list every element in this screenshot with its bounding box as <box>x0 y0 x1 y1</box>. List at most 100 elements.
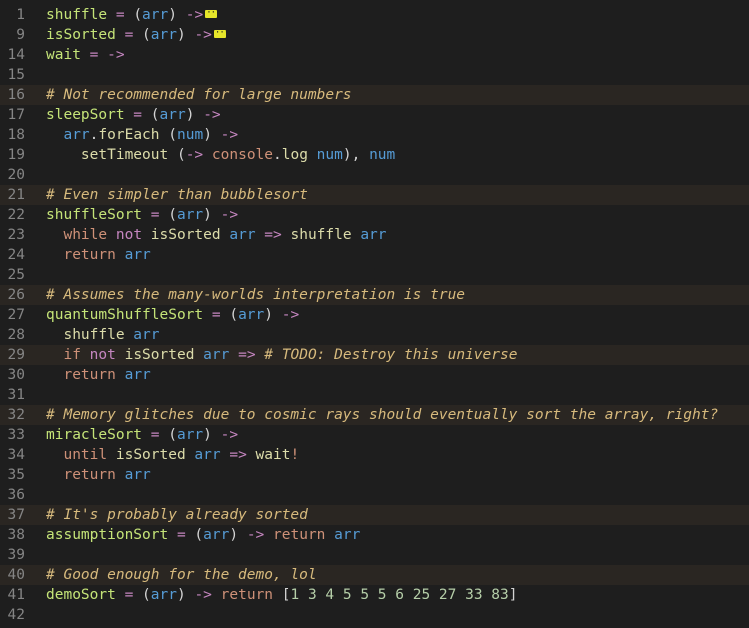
code-token: arr <box>124 327 160 343</box>
code-content: # Good enough for the demo, lol <box>46 565 749 585</box>
line-number: 42 <box>7 607 25 623</box>
code-token: isSorted <box>46 27 116 43</box>
code-line[interactable]: 29 if not isSorted arr => # TODO: Destro… <box>0 345 749 365</box>
code-line[interactable]: 26 # Assumes the many-worlds interpretati… <box>0 285 749 305</box>
code-token: arr <box>159 107 186 123</box>
code-token: sleepSort <box>46 107 125 123</box>
code-line[interactable]: 28 shuffle arr <box>0 325 749 345</box>
code-token: = <box>80 47 108 63</box>
code-token: assumptionSort <box>46 527 169 543</box>
folded-region-icon[interactable] <box>213 23 228 43</box>
folded-region-icon[interactable] <box>205 3 219 23</box>
code-line[interactable]: 9 isSorted = (arr) -> <box>0 23 749 45</box>
code-token: until <box>63 447 108 463</box>
code-line[interactable]: 32 # Memory glitches due to cosmic rays s… <box>0 405 749 425</box>
code-line[interactable]: 36 <box>0 485 749 505</box>
code-editor[interactable]: 1shuffle = (arr) ->9isSorted = (arr) ->1… <box>0 0 749 628</box>
code-line[interactable]: 24 return arr <box>0 245 749 265</box>
code-token: = <box>142 427 169 443</box>
code-content: wait = -> <box>46 45 749 65</box>
code-line[interactable]: 22 shuffleSort = (arr) -> <box>0 205 749 225</box>
code-line[interactable]: 35 return arr <box>0 465 749 485</box>
code-content: isSorted = (arr) -> <box>46 23 749 45</box>
code-content: setTimeout (-> console.log num), num <box>46 145 749 165</box>
code-token: num <box>369 147 396 163</box>
code-token: shuffleSort <box>46 207 143 223</box>
code-line[interactable]: 20 <box>0 165 749 185</box>
code-token: while <box>63 227 108 243</box>
line-number: 29 <box>7 347 25 363</box>
code-token: ( <box>142 27 151 43</box>
line-number: 23 <box>7 227 25 243</box>
code-token: -> <box>220 127 239 143</box>
code-token: return <box>63 247 116 263</box>
code-token: => <box>255 227 282 243</box>
code-token: # Assumes the many-worlds interpretation… <box>46 287 466 303</box>
code-line[interactable]: 19 setTimeout (-> console.log num), num <box>0 145 749 165</box>
code-token: # TODO: Destroy this universe <box>255 347 518 363</box>
code-line[interactable]: 16 # Not recommended for large numbers <box>0 85 749 105</box>
code-token: return <box>63 467 116 483</box>
line-number: 36 <box>7 487 25 503</box>
code-token: # Even simpler than bubblesort <box>46 187 308 203</box>
line-number: 21 <box>7 187 25 203</box>
code-line[interactable]: 39 <box>0 545 749 565</box>
code-token: isSorted <box>115 347 195 363</box>
code-token: arr <box>325 527 361 543</box>
code-token: ( <box>168 207 177 223</box>
code-content: shuffleSort = (arr) -> <box>46 205 749 225</box>
code-line[interactable]: 42 <box>0 605 749 625</box>
code-line[interactable]: 18 arr.forEach (num) -> <box>0 125 749 145</box>
code-token: ) <box>203 427 221 443</box>
code-content: assumptionSort = (arr) -> return arr <box>46 525 749 545</box>
code-token: isSorted <box>142 227 221 243</box>
code-token: arr <box>115 467 151 483</box>
code-line[interactable]: 23 while not isSorted arr => shuffle arr <box>0 225 749 245</box>
code-line[interactable]: 21 # Even simpler than bubblesort <box>0 185 749 205</box>
code-line[interactable]: 41 demoSort = (arr) -> return [1 3 4 5 5 … <box>0 585 749 605</box>
code-line[interactable]: 14 wait = -> <box>0 45 749 65</box>
code-token: arr <box>142 7 169 23</box>
code-token: arr <box>194 347 230 363</box>
code-token: arr <box>185 447 221 463</box>
line-number: 22 <box>7 207 25 223</box>
code-token: = <box>115 587 143 603</box>
code-content: arr.forEach (num) -> <box>46 125 749 145</box>
code-content: # Assumes the many-worlds interpretation… <box>46 285 749 305</box>
code-token: -> <box>246 527 265 543</box>
code-token: = <box>115 27 143 43</box>
code-token: not <box>80 347 116 363</box>
code-line[interactable]: 31 <box>0 385 749 405</box>
code-line[interactable]: 40 # Good enough for the demo, lol <box>0 565 749 585</box>
code-token: num <box>176 127 204 143</box>
code-content: until isSorted arr => wait! <box>46 445 749 465</box>
code-content: return arr <box>46 245 749 265</box>
code-line[interactable]: 33 miracleSort = (arr) -> <box>0 425 749 445</box>
code-line[interactable]: 34 until isSorted arr => wait! <box>0 445 749 465</box>
code-line[interactable]: 25 <box>0 265 749 285</box>
code-line[interactable]: 38 assumptionSort = (arr) -> return arr <box>0 525 749 545</box>
code-line[interactable]: 1 shuffle = (arr) -> <box>0 3 749 25</box>
line-number: 24 <box>7 247 25 263</box>
code-line[interactable]: 37 # It's probably already sorted <box>0 505 749 525</box>
code-line[interactable]: 15 <box>0 65 749 85</box>
code-content: sleepSort = (arr) -> <box>46 105 749 125</box>
code-content: miracleSort = (arr) -> <box>46 425 749 445</box>
code-token: => <box>220 447 247 463</box>
line-number: 37 <box>7 507 25 523</box>
code-line[interactable]: 27 quantumShuffleSort = (arr) -> <box>0 305 749 325</box>
code-token: if <box>63 347 81 363</box>
code-content: # It's probably already sorted <box>46 505 749 525</box>
code-token: arr <box>203 527 230 543</box>
code-token: ( <box>159 127 177 143</box>
code-token: ) <box>203 127 221 143</box>
code-token: arr <box>115 247 151 263</box>
line-number: 27 <box>7 307 25 323</box>
code-line[interactable]: 17 sleepSort = (arr) -> <box>0 105 749 125</box>
code-line[interactable]: 30 return arr <box>0 365 749 385</box>
line-number: 15 <box>7 67 25 83</box>
code-content: while not isSorted arr => shuffle arr <box>46 225 749 245</box>
line-number: 25 <box>7 267 25 283</box>
